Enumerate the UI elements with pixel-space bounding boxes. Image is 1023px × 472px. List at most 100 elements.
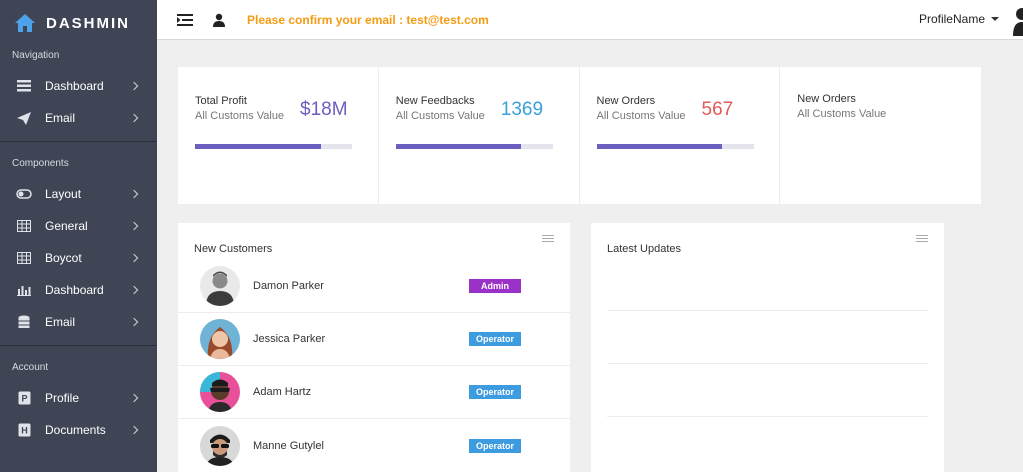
brand[interactable]: DASHMIN bbox=[0, 0, 157, 46]
stat-title: New Orders bbox=[596, 95, 656, 107]
chevron-right-icon bbox=[129, 221, 139, 231]
customer-name: Damon Parker bbox=[253, 280, 324, 292]
chevron-right-icon bbox=[129, 253, 139, 263]
chevron-right-icon bbox=[129, 81, 139, 91]
stat-title: New Orders bbox=[797, 93, 856, 105]
nav-heading-account: Account bbox=[12, 362, 49, 373]
profile-name: ProfileName bbox=[918, 12, 985, 26]
sidebar-item-label: Layout bbox=[45, 187, 82, 201]
customer-row[interactable]: Manne Gutylel Operator bbox=[178, 419, 570, 472]
sidebar-item-dashboard-2[interactable]: Dashboard bbox=[0, 274, 157, 306]
brand-name: DASHMIN bbox=[46, 14, 130, 32]
divider bbox=[607, 363, 928, 364]
sidebar-item-label: Boycot bbox=[45, 251, 82, 265]
stat-progress-bar bbox=[195, 144, 352, 149]
chevron-right-icon bbox=[129, 285, 139, 295]
sidebar-item-general[interactable]: General bbox=[0, 210, 157, 242]
topbar: Please confirm your email : test@test.co… bbox=[157, 0, 1023, 40]
new-customers-panel: New Customers Damon Parker Admin Jessica… bbox=[178, 223, 570, 472]
customer-row[interactable]: Damon Parker Admin bbox=[178, 260, 570, 313]
customer-row[interactable]: Adam Hartz Operator bbox=[178, 366, 570, 419]
stat-subtitle: All Customs Value bbox=[395, 110, 485, 122]
chevron-right-icon bbox=[129, 189, 139, 199]
customer-avatar bbox=[200, 319, 240, 359]
sidebar-item-email[interactable]: Email bbox=[0, 102, 157, 134]
customer-avatar bbox=[200, 372, 240, 412]
caret-down-icon bbox=[991, 17, 999, 21]
divider bbox=[607, 416, 928, 417]
database-icon bbox=[16, 315, 32, 329]
svg-text:P: P bbox=[21, 394, 27, 404]
stat-progress-bar bbox=[395, 144, 553, 149]
sidebar-item-label: General bbox=[45, 219, 88, 233]
sidebar-item-layout[interactable]: Layout bbox=[0, 178, 157, 210]
panel-title: Latest Updates bbox=[607, 243, 681, 255]
stat-subtitle: All Customs Value bbox=[195, 110, 285, 122]
avatar-icon[interactable] bbox=[1013, 6, 1023, 36]
stat-card-new-orders-2: New Orders All Customs Value bbox=[780, 67, 981, 204]
table-icon bbox=[16, 251, 32, 265]
customer-avatar bbox=[200, 425, 240, 466]
stat-progress-fill bbox=[395, 144, 522, 149]
toggle-icon bbox=[16, 187, 32, 201]
chevron-right-icon bbox=[129, 425, 139, 435]
stat-title: Total Profit bbox=[195, 95, 247, 107]
stat-title: New Feedbacks bbox=[395, 95, 475, 107]
stat-value: $18M bbox=[300, 99, 348, 120]
stat-progress-bar bbox=[596, 144, 754, 149]
role-badge: Admin bbox=[469, 279, 521, 293]
email-confirm-notice[interactable]: Please confirm your email : test@test.co… bbox=[247, 13, 489, 27]
customer-name: Manne Gutylel bbox=[253, 439, 324, 452]
customer-avatar bbox=[200, 266, 240, 306]
sidebar-item-label: Profile bbox=[45, 391, 80, 405]
sidebar-item-label: Dashboard bbox=[45, 79, 104, 93]
sidebar-toggle-icon[interactable] bbox=[177, 13, 193, 27]
chevron-right-icon bbox=[129, 317, 139, 327]
stat-subtitle: All Customs Value bbox=[596, 110, 686, 122]
user-icon[interactable] bbox=[213, 13, 225, 27]
stat-card-new-orders: New Orders All Customs Value 567 bbox=[580, 67, 781, 204]
stat-value: 1369 bbox=[500, 99, 544, 120]
sidebar-item-email-2[interactable]: Email bbox=[0, 306, 157, 338]
customer-name: Jessica Parker bbox=[253, 333, 326, 345]
role-badge: Operator bbox=[469, 385, 521, 399]
customer-row[interactable]: Jessica Parker Operator bbox=[178, 313, 570, 366]
stat-card-new-feedbacks: New Feedbacks All Customs Value 1369 bbox=[379, 67, 580, 204]
sidebar-item-profile[interactable]: P Profile bbox=[0, 382, 157, 414]
nav-heading-components: Components bbox=[12, 158, 69, 169]
stat-progress-fill bbox=[596, 144, 723, 149]
stat-subtitle: All Customs Value bbox=[797, 108, 887, 120]
sidebar-item-label: Documents bbox=[45, 423, 106, 437]
panel-title: New Customers bbox=[194, 243, 273, 255]
nav-heading-navigation: Navigation bbox=[12, 50, 60, 61]
customer-name: Adam Hartz bbox=[253, 386, 312, 398]
sidebar-item-label: Dashboard bbox=[45, 283, 104, 297]
chevron-right-icon bbox=[129, 113, 139, 123]
paper-plane-icon bbox=[16, 111, 32, 125]
sidebar: DASHMIN Navigation Dashboard Email Compo… bbox=[0, 0, 157, 472]
role-badge: Operator bbox=[469, 332, 521, 346]
stat-value: 567 bbox=[701, 99, 734, 120]
stat-card-total-profit: Total Profit All Customs Value $18M bbox=[178, 67, 379, 204]
sidebar-item-label: Email bbox=[45, 315, 76, 329]
role-badge: Operator bbox=[469, 438, 521, 453]
bar-chart-icon bbox=[16, 283, 32, 297]
sidebar-item-boycot[interactable]: Boycot bbox=[0, 242, 157, 274]
hamburger-menu-icon[interactable] bbox=[542, 235, 554, 243]
chevron-right-icon bbox=[129, 393, 139, 403]
table-icon bbox=[16, 219, 32, 233]
profile-icon: P bbox=[16, 391, 32, 405]
hamburger-menu-icon[interactable] bbox=[916, 235, 928, 243]
home-icon bbox=[15, 14, 35, 32]
divider bbox=[607, 310, 928, 311]
stats-row: Total Profit All Customs Value $18M New … bbox=[178, 67, 981, 204]
profile-dropdown[interactable]: ProfileName bbox=[919, 12, 999, 26]
list-icon bbox=[16, 79, 32, 93]
sidebar-item-label: Email bbox=[45, 111, 76, 125]
latest-updates-panel: Latest Updates bbox=[591, 223, 944, 472]
stat-progress-fill bbox=[195, 144, 321, 149]
svg-text:H: H bbox=[21, 426, 28, 436]
sidebar-item-dashboard[interactable]: Dashboard bbox=[0, 70, 157, 102]
sidebar-item-documents[interactable]: H Documents bbox=[0, 414, 157, 446]
documents-icon: H bbox=[16, 423, 32, 437]
